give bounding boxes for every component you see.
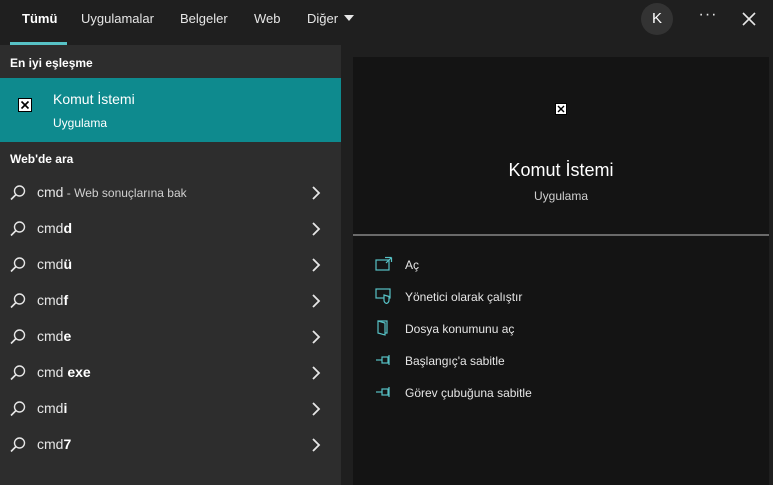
tab-more[interactable]: Diğer [307, 0, 355, 45]
web-result-row[interactable]: cmde [0, 319, 341, 355]
tab-web[interactable]: Web [254, 0, 281, 45]
action-label: Dosya konumunu aç [405, 322, 515, 336]
web-result-text: cmdi [37, 400, 68, 416]
chevron-down-icon [344, 15, 355, 21]
detail-app-name: Komut İstemi [508, 160, 614, 180]
close-button[interactable] [738, 8, 760, 30]
action-run-as-admin[interactable]: Yönetici olarak çalıştır [375, 286, 755, 310]
results-panel: En iyi eşleşme Komut İstemi Uygulama Web… [0, 45, 341, 485]
search-icon [10, 293, 26, 309]
best-match-type: Uygulama [53, 116, 108, 130]
search-icon [10, 329, 26, 345]
detail-app-type: Uygulama [533, 189, 589, 203]
web-result-row[interactable]: cmdi [0, 391, 341, 427]
search-icon [10, 221, 26, 237]
search-icon [10, 437, 26, 453]
action-open[interactable]: Aç [375, 254, 755, 278]
chevron-right-icon [312, 330, 321, 344]
more-options-button[interactable]: ··· [694, 4, 722, 32]
chevron-right-icon [312, 366, 321, 380]
close-icon [742, 12, 756, 26]
search-icon [10, 365, 26, 381]
search-icon [10, 185, 26, 201]
folder-icon [377, 320, 388, 336]
web-result-row[interactable]: cmdd [0, 211, 341, 247]
chevron-right-icon [312, 258, 321, 272]
action-open-file-location[interactable]: Dosya konumunu aç [375, 318, 755, 342]
action-label: Başlangıç'a sabitle [405, 354, 505, 368]
best-match-item[interactable]: Komut İstemi Uygulama [0, 78, 341, 142]
chevron-right-icon [312, 402, 321, 416]
shield-icon [375, 288, 391, 304]
divider [353, 234, 769, 236]
tab-apps[interactable]: Uygulamalar [81, 0, 154, 45]
best-match-name: Komut İstemi [53, 91, 135, 107]
tab-all[interactable]: Tümü [22, 0, 57, 45]
web-result-text: cmdd [37, 220, 73, 236]
web-result-text: cmd exe [37, 364, 91, 380]
pin-icon [376, 387, 390, 397]
web-result-text: cmdü [37, 256, 73, 272]
pin-icon [376, 355, 390, 365]
best-match-heading: En iyi eşleşme [10, 56, 93, 70]
web-result-row[interactable]: cmdf [0, 283, 341, 319]
web-result-row[interactable]: cmd - Web sonuçlarına bak [0, 175, 341, 211]
tab-documents[interactable]: Belgeler [180, 0, 228, 45]
web-result-row[interactable]: cmd exe [0, 355, 341, 391]
search-icon [10, 401, 26, 417]
command-prompt-icon [18, 98, 32, 112]
chevron-right-icon [312, 438, 321, 452]
tab-more-label: Diğer [307, 11, 339, 26]
detail-panel: Komut İstemi Uygulama Aç Yönetici olarak… [353, 57, 769, 485]
action-label: Yönetici olarak çalıştır [405, 290, 523, 304]
web-result-text: cmde [37, 328, 72, 344]
web-search-heading: Web'de ara [10, 152, 74, 166]
web-result-text: cmd7 [37, 436, 72, 452]
web-result-text: cmdf [37, 292, 69, 308]
web-result-text: cmd - Web sonuçlarına bak [37, 184, 187, 200]
web-result-row[interactable]: cmd7 [0, 427, 341, 463]
top-bar: Tümü Uygulamalar Belgeler Web Diğer K ··… [0, 0, 773, 45]
open-icon [375, 256, 393, 271]
action-pin-to-taskbar[interactable]: Görev çubuğuna sabitle [375, 382, 755, 406]
action-pin-to-start[interactable]: Başlangıç'a sabitle [375, 350, 755, 374]
chevron-right-icon [312, 186, 321, 200]
action-label: Aç [405, 258, 420, 272]
action-label: Görev çubuğuna sabitle [405, 386, 532, 400]
chevron-right-icon [312, 294, 321, 308]
command-prompt-icon [555, 103, 567, 115]
search-icon [10, 257, 26, 273]
avatar[interactable]: K [641, 3, 673, 35]
web-result-row[interactable]: cmdü [0, 247, 341, 283]
chevron-right-icon [312, 222, 321, 236]
